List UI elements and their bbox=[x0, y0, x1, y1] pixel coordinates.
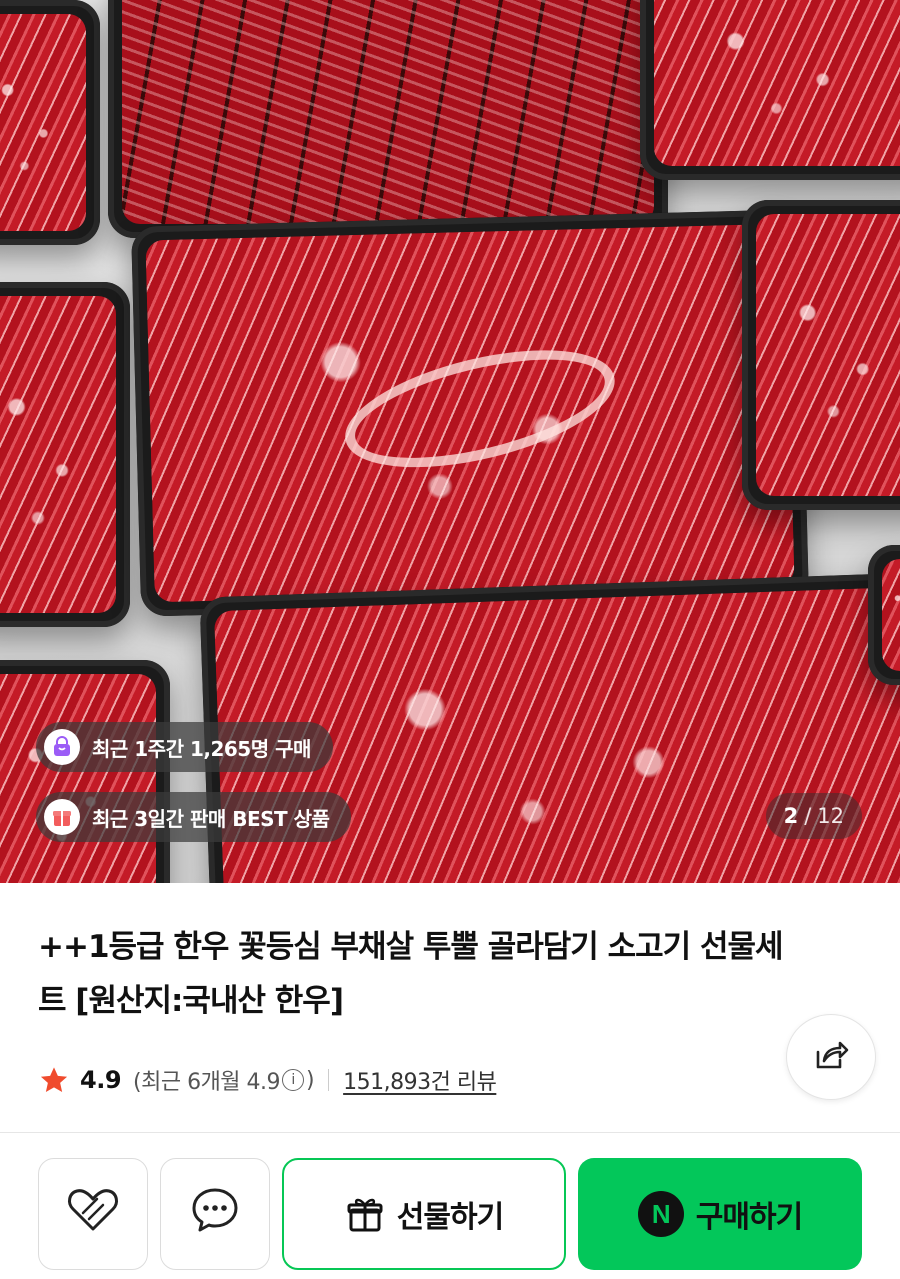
naver-pay-n-icon: N bbox=[637, 1191, 684, 1237]
gift-button-label: 선물하기 bbox=[396, 1200, 504, 1235]
rating-divider bbox=[328, 1069, 330, 1091]
gift-icon bbox=[345, 1194, 385, 1234]
recent-rating-close: ) bbox=[306, 1067, 315, 1093]
image-counter-total: 12 bbox=[817, 804, 844, 828]
meat-tray-image bbox=[108, 0, 668, 238]
product-title: ++1등급 한우 꽃등심 부채살 투뿔 골라담기 소고기 선물세트 [원산지:국… bbox=[38, 929, 784, 1019]
image-counter-separator: / bbox=[804, 804, 812, 828]
recent-purchase-badge: 최근 1주간 1,265명 구매 bbox=[36, 722, 333, 772]
share-icon bbox=[812, 1036, 850, 1078]
info-icon[interactable]: i bbox=[282, 1069, 305, 1091]
heart-icon bbox=[66, 1187, 120, 1241]
best-seller-text: 최근 3일간 판매 BEST 상품 bbox=[92, 806, 330, 831]
image-counter: 2 / 12 bbox=[765, 793, 862, 839]
chat-bubble-icon bbox=[190, 1186, 240, 1242]
star-icon bbox=[40, 1067, 68, 1092]
image-counter-current: 2 bbox=[783, 804, 799, 828]
talk-chat-button[interactable] bbox=[160, 1158, 270, 1270]
gift-button[interactable]: 선물하기 bbox=[282, 1158, 566, 1270]
best-seller-badge: 최근 3일간 판매 BEST 상품 bbox=[36, 792, 352, 842]
recent-rating-text: (최근 6개월 4.9 bbox=[133, 1070, 281, 1095]
meat-tray-image bbox=[640, 0, 900, 180]
meat-tray-image bbox=[742, 200, 900, 510]
share-button[interactable] bbox=[786, 1014, 876, 1100]
rating-score: 4.9 bbox=[80, 1066, 122, 1094]
meat-tray-image bbox=[131, 209, 809, 617]
product-image-carousel[interactable]: 최근 1주간 1,265명 구매 최근 3일간 판매 BEST 상품 2 / 1… bbox=[0, 0, 900, 883]
buy-button[interactable]: N 구매하기 bbox=[578, 1158, 862, 1270]
review-count-link[interactable]: 151,893건 리뷰 bbox=[343, 1064, 497, 1096]
gift-box-icon bbox=[44, 799, 80, 835]
shopping-bag-icon bbox=[44, 729, 80, 765]
wishlist-button[interactable] bbox=[38, 1158, 148, 1270]
meat-tray-image bbox=[0, 282, 130, 627]
rating-row: 4.9 (최근 6개월 4.9 i ) 151,893건 리뷰 bbox=[38, 1060, 497, 1100]
meat-tray-image bbox=[0, 0, 100, 245]
recent-purchase-text: 최근 1주간 1,265명 구매 bbox=[92, 736, 311, 761]
section-divider bbox=[0, 1132, 900, 1133]
buy-button-label: 구매하기 bbox=[695, 1200, 803, 1235]
meat-tray-image bbox=[868, 545, 900, 685]
